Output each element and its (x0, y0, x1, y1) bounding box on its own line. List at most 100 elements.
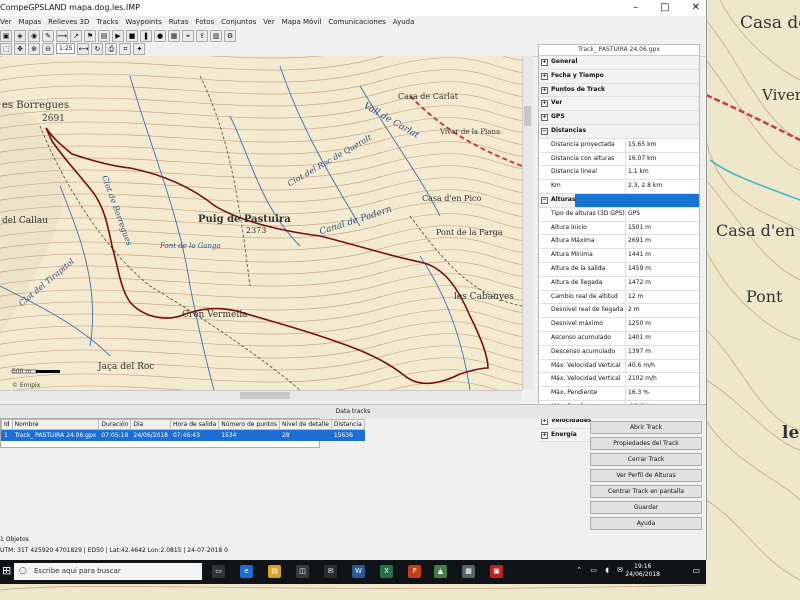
property-category[interactable]: + Ver (539, 97, 699, 112)
property-category[interactable]: + Puntos de Track (539, 83, 699, 98)
waypoint-icon[interactable]: ⚑ (84, 30, 96, 42)
taskbar-clock[interactable]: 19:16 24/06/2018 (625, 563, 660, 579)
windows-start-icon[interactable]: ⊞ (2, 565, 14, 577)
column-header[interactable]: Distancia (330, 419, 365, 430)
ruler-icon[interactable]: ⟷ (77, 43, 90, 55)
property-row[interactable]: Distancia con alturas 16.07 km (539, 152, 699, 167)
photos-icon[interactable]: ▦ (462, 565, 475, 578)
mail-icon[interactable]: ✉ (324, 565, 337, 578)
property-row[interactable]: Distancia proyectada 15.65 km (539, 138, 699, 153)
close-button[interactable]: ✕ (692, 0, 700, 16)
property-row[interactable]: Cambio real de altitud 12 m (539, 290, 699, 305)
map-vertical-scrollbar[interactable] (522, 56, 533, 390)
grid-icon[interactable]: ▥ (210, 30, 222, 42)
refresh-icon[interactable]: ↻ (91, 43, 104, 55)
globe-icon[interactable]: ◉ (28, 30, 40, 42)
property-row[interactable]: Máx. Velocidad Vertical 2102 m/h (539, 373, 699, 388)
menu-item-0[interactable]: Ver (0, 16, 11, 28)
expand-toggle-icon[interactable]: − (541, 127, 548, 135)
action-button-1[interactable]: Propiedades del Track (590, 437, 702, 450)
map-horizontal-scrollbar[interactable] (0, 390, 522, 401)
menu-item-11[interactable]: Ayuda (393, 16, 415, 28)
property-category[interactable]: + General (539, 56, 699, 70)
word-icon[interactable]: W (352, 565, 365, 578)
settings-icon[interactable]: ⚙ (224, 30, 236, 42)
action-button-0[interactable]: Abrir Track (590, 421, 702, 434)
play-icon[interactable]: ▶ (112, 30, 124, 42)
menu-item-1[interactable]: Mapas (18, 16, 41, 28)
expand-toggle-icon[interactable]: + (541, 72, 548, 80)
action-button-2[interactable]: Cerrar Track (590, 453, 702, 466)
property-category[interactable]: − Distancias (539, 124, 699, 139)
property-row[interactable]: Distancia lineal 1.1 km (539, 166, 699, 181)
pause-icon[interactable]: ❚ (140, 30, 152, 42)
zoom-select[interactable]: 1:25 (56, 43, 76, 54)
select-tool-icon[interactable]: ⬚ (0, 43, 12, 55)
compegps-icon[interactable]: ▲ (434, 565, 447, 578)
column-header[interactable]: Número de puntos (218, 419, 280, 430)
map-view[interactable]: es Borregues 2691 Puig de Pastuira 2373 … (0, 56, 522, 390)
pan-icon[interactable]: ✥ (14, 43, 26, 55)
property-row[interactable]: Descenso acumulado 1397 m (539, 345, 699, 360)
open-icon[interactable]: ▣ (0, 30, 12, 42)
chart-icon[interactable]: ▤ (98, 30, 110, 42)
route-icon[interactable]: ↗ (70, 30, 82, 42)
measure-icon[interactable]: ⌗ (119, 43, 132, 55)
menu-item-9[interactable]: Mapa Móvil (282, 16, 322, 28)
column-header[interactable]: Nombre (11, 419, 100, 430)
action-button-3[interactable]: Ver Perfil de Alturas (590, 469, 702, 482)
menu-item-5[interactable]: Rutas (169, 16, 189, 28)
notification-icon[interactable]: ▭ (692, 566, 700, 575)
property-row[interactable]: Altura de la salida 1459 m (539, 262, 699, 277)
expand-toggle-icon[interactable]: − (541, 196, 548, 204)
zoom-out-icon[interactable]: ⊖ (42, 43, 54, 55)
minimize-button[interactable]: – (633, 0, 638, 16)
gps-icon[interactable]: ⌖ (182, 30, 194, 42)
track-icon[interactable]: ⟿ (56, 30, 68, 42)
property-category[interactable]: − Alturas (539, 193, 699, 208)
column-header[interactable]: Día (130, 419, 171, 430)
property-row[interactable]: Tipo de alturas (3D GPS) GPS (539, 207, 699, 222)
property-row[interactable]: Desnivel real de llegada 2 m (539, 304, 699, 319)
menu-item-4[interactable]: Waypoints (125, 16, 161, 28)
taskbar-search[interactable]: ○ Escribe aquí para buscar (14, 563, 202, 580)
task-view-icon[interactable]: ▭ (212, 565, 225, 578)
zoom-in-icon[interactable]: ⊕ (28, 43, 40, 55)
action-button-4[interactable]: Centrar Track en pantalla (590, 485, 702, 498)
property-row[interactable]: Altura de llegada 1472 m (539, 276, 699, 291)
expand-toggle-icon[interactable]: + (541, 100, 548, 108)
action-button-5[interactable]: Guardar (590, 501, 702, 514)
compass-icon[interactable]: ✦ (133, 43, 146, 55)
store-icon[interactable]: ◫ (296, 565, 309, 578)
tab-data-tracks[interactable]: Data tracks (0, 404, 706, 419)
table-row[interactable]: 1 Track_ PASTUIRA 24.06.gpx 07:05:19 24/06/… (1, 429, 365, 441)
action-button-6[interactable]: Ayuda (590, 517, 702, 530)
tools-icon[interactable]: ✎ (42, 30, 54, 42)
property-row[interactable]: Ascenso acumulado 1401 m (539, 331, 699, 346)
property-row[interactable]: Altura Inicio 1501 m (539, 221, 699, 236)
menu-item-3[interactable]: Tracks (96, 16, 118, 28)
property-row[interactable]: Máx. Pendiente 16.3 % (539, 387, 699, 401)
edge-icon[interactable]: e (240, 565, 253, 578)
column-header[interactable]: Id (1, 419, 13, 430)
maximize-button[interactable]: □ (660, 0, 669, 16)
property-category[interactable]: + Fecha y Tiempo (539, 69, 699, 84)
system-tray[interactable]: ⌃ ▭ ◖ ✉ (576, 566, 626, 574)
property-row[interactable]: Km 2.3, 2.8 km (539, 180, 699, 194)
send-icon[interactable]: ⇪ (196, 30, 208, 42)
column-header[interactable]: Nivel de detalle (278, 419, 332, 430)
expand-toggle-icon[interactable]: + (541, 431, 548, 439)
column-header[interactable]: Duración (98, 419, 132, 430)
menu-item-2[interactable]: Relieves 3D (48, 16, 89, 28)
expand-toggle-icon[interactable]: + (541, 86, 548, 94)
menu-item-7[interactable]: Conjuntos (221, 16, 256, 28)
stop-icon[interactable]: ■ (126, 30, 138, 42)
explorer-icon[interactable]: ▤ (268, 565, 281, 578)
excel-icon[interactable]: X (380, 565, 393, 578)
expand-toggle-icon[interactable]: + (541, 59, 548, 66)
menu-item-6[interactable]: Fotos (195, 16, 214, 28)
photo-icon[interactable]: ▦ (168, 30, 180, 42)
record-icon[interactable]: ● (154, 30, 166, 42)
print-icon[interactable]: ⎙ (105, 43, 118, 55)
app-red-icon[interactable]: ▣ (490, 565, 503, 578)
